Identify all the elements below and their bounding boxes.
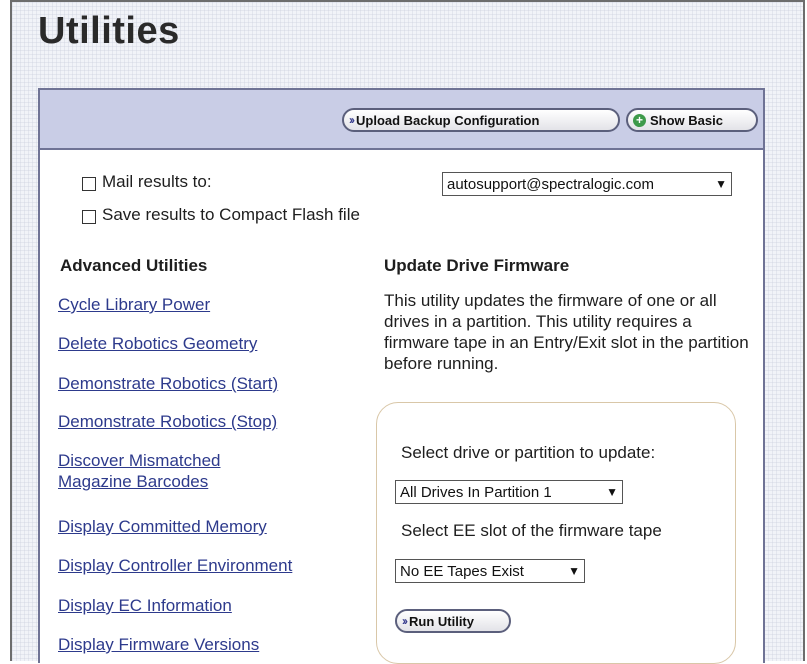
show-basic-label: Show Basic <box>650 112 723 128</box>
save-compact-flash-label: Save results to Compact Flash file <box>102 205 360 224</box>
mail-recipient-value: autosupport@spectralogic.com <box>447 175 654 193</box>
show-basic-button[interactable]: + Show Basic <box>626 108 758 132</box>
save-compact-flash-checkbox[interactable] <box>82 210 96 224</box>
link-display-firmware-versions[interactable]: Display Firmware Versions <box>58 634 259 655</box>
select-drive-label: Select drive or partition to update: <box>401 443 656 462</box>
mail-recipient-select[interactable]: autosupport@spectralogic.com ▼ <box>442 172 732 196</box>
link-display-committed-memory[interactable]: Display Committed Memory <box>58 516 267 537</box>
run-utility-label: Run Utility <box>409 613 474 629</box>
ee-slot-value: No EE Tapes Exist <box>400 562 524 580</box>
link-discover-mismatched[interactable]: Discover Mismatched <box>58 450 221 471</box>
mail-results-label: Mail results to: <box>102 172 212 191</box>
upload-backup-configuration-button[interactable]: ›› Upload Backup Configuration <box>342 108 620 132</box>
panel-header: ›› Upload Backup Configuration + Show Ba… <box>40 90 763 150</box>
run-utility-button[interactable]: ›› Run Utility <box>395 609 511 633</box>
link-delete-robotics-geometry[interactable]: Delete Robotics Geometry <box>58 333 257 354</box>
drive-partition-select[interactable]: All Drives In Partition 1 ▼ <box>395 480 623 504</box>
upload-backup-configuration-label: Upload Backup Configuration <box>356 112 540 128</box>
link-demonstrate-robotics-start[interactable]: Demonstrate Robotics (Start) <box>58 373 278 394</box>
mail-results-checkbox[interactable] <box>82 177 96 191</box>
double-chevron-icon: ›› <box>402 614 408 628</box>
link-display-ec-information[interactable]: Display EC Information <box>58 595 232 616</box>
advanced-utilities-heading: Advanced Utilities <box>60 256 208 275</box>
firmware-description: This utility updates the firmware of one… <box>384 291 749 373</box>
plus-circle-icon: + <box>633 113 646 127</box>
page-title: Utilities <box>38 10 180 52</box>
link-display-controller-environment[interactable]: Display Controller Environment <box>58 555 292 576</box>
drive-partition-value: All Drives In Partition 1 <box>400 483 552 501</box>
chevron-down-icon: ▼ <box>568 564 580 578</box>
utilities-window: Utilities ›› Upload Backup Configuration… <box>10 0 805 664</box>
link-demonstrate-robotics-stop[interactable]: Demonstrate Robotics (Stop) <box>58 411 277 432</box>
link-cycle-library-power[interactable]: Cycle Library Power <box>58 294 210 315</box>
double-chevron-icon: ›› <box>349 113 355 127</box>
utilities-panel: ›› Upload Backup Configuration + Show Ba… <box>38 88 765 664</box>
link-magazine-barcodes[interactable]: Magazine Barcodes <box>58 471 208 492</box>
update-drive-firmware-heading: Update Drive Firmware <box>384 256 570 275</box>
chevron-down-icon: ▼ <box>606 485 618 499</box>
ee-slot-select[interactable]: No EE Tapes Exist ▼ <box>395 559 585 583</box>
chevron-down-icon: ▼ <box>715 177 727 191</box>
select-slot-label: Select EE slot of the firmware tape <box>401 521 662 540</box>
firmware-update-box: Select drive or partition to update: All… <box>376 402 736 664</box>
